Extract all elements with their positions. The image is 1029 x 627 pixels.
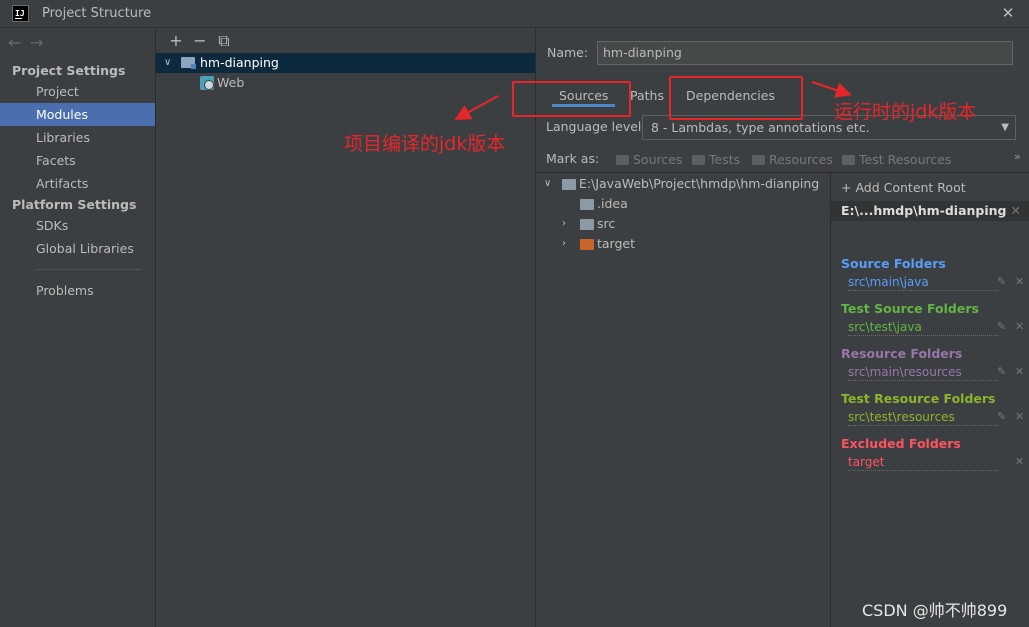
runtime-jdk-annotation: 运行时的jdk版本	[834, 101, 977, 123]
csdn-watermark: CSDN @帅不帅899	[862, 601, 1008, 620]
annotation-arrows	[454, 81, 852, 120]
compile-jdk-annotation: 项目编译的jdk版本	[344, 133, 506, 155]
arrow-to-sources	[454, 95, 499, 120]
arrow-to-dependencies	[811, 81, 852, 98]
